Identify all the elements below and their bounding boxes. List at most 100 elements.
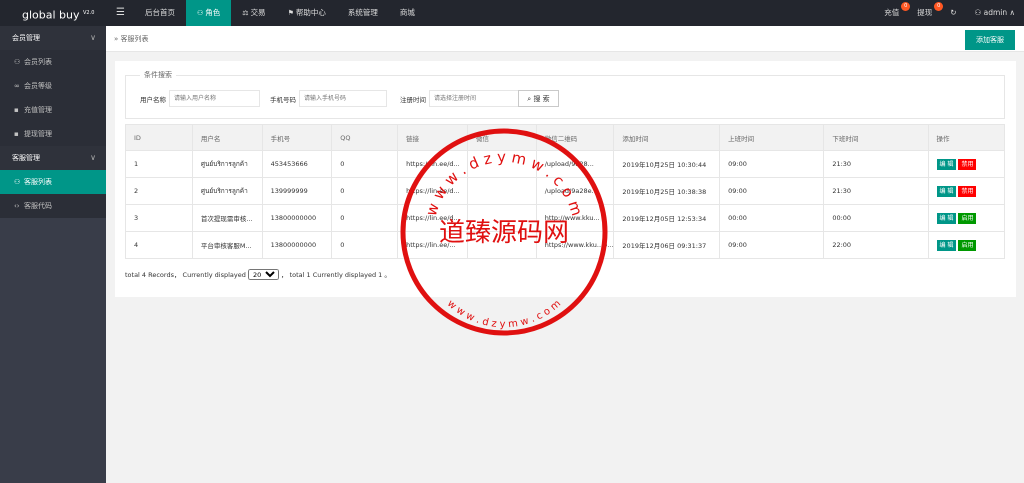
cell-added: 2019年12月06日 09:31:37 [613, 231, 721, 259]
sidebar-item-service-list[interactable]: ⚇ 客服列表 [0, 170, 106, 194]
withdraw-label: 提现 [917, 8, 933, 17]
col-qr[interactable]: 微信二维码 [535, 124, 615, 151]
disable-button[interactable]: 禁用 [958, 185, 977, 197]
sidebar-item-service-code[interactable]: ‹› 客服代码 [0, 194, 106, 218]
recharge-label: 充值 [884, 8, 900, 17]
col-id[interactable]: ID [125, 124, 193, 151]
menu-icon[interactable]: ☰ [116, 0, 125, 26]
link-icon: ∞ [14, 82, 20, 90]
sidebar-item-label: 提现管理 [24, 130, 52, 138]
add-service-button[interactable]: 添加客服 [965, 30, 1015, 50]
col-added[interactable]: 添加时间 [613, 124, 721, 151]
cell-qq: 0 [331, 231, 399, 259]
sidebar-group-members[interactable]: 会员管理 ∨ [0, 26, 106, 50]
regtime-input[interactable] [429, 90, 521, 107]
content-card: 条件搜索 用户名称 手机号码 注册时间 ⌕ 搜 索 ID 用户名 手机号 QQ … [115, 61, 1016, 297]
cell-link: https://lin.ee/d... [397, 204, 468, 232]
col-end[interactable]: 下班时间 [823, 124, 929, 151]
cell-name: ศูนย์บริการลูกค้า [191, 150, 263, 178]
cell-actions: 编 辑禁用 [927, 177, 1006, 205]
phone-label: 手机号码 [270, 95, 296, 104]
col-wechat[interactable]: 微信 [466, 124, 537, 151]
breadcrumb-label[interactable]: 客服列表 [121, 35, 149, 43]
phone-filter: 手机号码 [270, 90, 387, 107]
edit-button[interactable]: 编 辑 [936, 212, 957, 224]
col-start[interactable]: 上班时间 [719, 124, 825, 151]
scale-icon: ⚖ [242, 9, 249, 17]
cell-wechat [466, 150, 537, 178]
search-legend: 条件搜索 [140, 70, 176, 80]
username-filter: 用户名称 [140, 90, 260, 107]
recharge-link[interactable]: 充值 0 [875, 0, 911, 26]
cell-qr: /upload/9a28e... [535, 177, 615, 205]
nav-label: 后台首页 [145, 8, 175, 17]
sidebar: 会员管理 ∨ ⚇ 会员列表 ∞ 会员等级 ▪ 充值管理 ▪ 提现管理 客服管理 ∨ ⚇ 客服列… [0, 26, 106, 483]
cell-link: https://lin.ee/d... [397, 177, 468, 205]
username-input[interactable] [169, 90, 260, 107]
cell-id: 3 [125, 204, 193, 232]
sidebar-group-service[interactable]: 客服管理 ∨ [0, 146, 106, 170]
pager-suffix: ， total 1 Currently displayed 1 。 [281, 271, 391, 279]
top-right-nav: 充值 0 提现 0 ↻ ⚇ admin ∧ [875, 0, 1024, 26]
edit-button[interactable]: 编 辑 [936, 158, 957, 170]
user-icon: ⚇ [974, 8, 984, 17]
table-header-row: ID 用户名 手机号 QQ 链接 微信 微信二维码 添加时间 上班时间 下班时间… [125, 124, 1006, 151]
cell-end: 21:30 [823, 177, 929, 205]
sidebar-item-member-level[interactable]: ∞ 会员等级 [0, 74, 106, 98]
cell-wechat [466, 231, 537, 259]
col-phone[interactable]: 手机号 [261, 124, 333, 151]
withdraw-link[interactable]: 提现 0 [908, 0, 944, 26]
nav-item-help[interactable]: ⚑ 帮助中心 [277, 0, 337, 26]
breadcrumb: » 客服列表 [114, 26, 149, 52]
disable-button[interactable]: 禁用 [958, 158, 977, 170]
col-qq[interactable]: QQ [331, 124, 399, 151]
nav-label: 系统管理 [347, 8, 378, 17]
edit-button[interactable]: 编 辑 [936, 185, 957, 197]
cell-start: 00:00 [719, 204, 825, 232]
pager-prefix: total 4 Records， Currently displayed [125, 271, 246, 279]
nav-item-trade[interactable]: ⚖ 交易 [231, 0, 276, 26]
phone-input[interactable] [299, 90, 387, 107]
sidebar-item-recharge[interactable]: ▪ 充值管理 [0, 98, 106, 122]
nav-label: 交易 [250, 8, 266, 17]
cell-name: 平台审核客服M... [191, 231, 263, 259]
cell-link: https://lin.ee/... [397, 231, 468, 259]
cell-added: 2019年10月25日 10:30:44 [613, 150, 721, 178]
cell-wechat [466, 204, 537, 232]
pagination: total 4 Records， Currently displayed 20 … [125, 269, 391, 280]
col-actions: 操作 [927, 124, 1006, 151]
nav-item-home[interactable]: 后台首页 [134, 0, 186, 26]
search-button[interactable]: ⌕ 搜 索 [518, 90, 559, 107]
nav-item-system[interactable]: 系统管理 [337, 0, 389, 26]
chevron-up-icon: ∧ [1007, 8, 1016, 17]
enable-button[interactable]: 启用 [958, 239, 977, 251]
nav-item-role[interactable]: ⚇ 角色 [186, 0, 232, 26]
search-button-label: 搜 索 [533, 94, 550, 103]
table-row: 2 ศูนย์บริการลูกค้า 139999999 0 https://… [125, 177, 1006, 205]
cell-id: 2 [125, 177, 193, 205]
cell-actions: 编 辑启用 [927, 231, 1006, 259]
chat-icon: ▪ [14, 106, 19, 114]
col-link[interactable]: 链接 [397, 124, 468, 151]
cell-link: https://lin.ee/d... [397, 150, 468, 178]
user-menu[interactable]: ⚇ admin ∧ [966, 0, 1024, 26]
sidebar-item-member-list[interactable]: ⚇ 会员列表 [0, 50, 106, 74]
top-nav: 后台首页 ⚇ 角色 ⚖ 交易 ⚑ 帮助中心 系统管理 商城 [134, 0, 426, 26]
col-name[interactable]: 用户名 [191, 124, 263, 151]
chat-icon: ▪ [14, 130, 19, 138]
nav-label: 角色 [205, 8, 221, 17]
user-icon: ⚇ [14, 58, 21, 66]
nav-item-mall[interactable]: 商城 [389, 0, 426, 26]
refresh-icon[interactable]: ↻ [941, 0, 965, 26]
cell-start: 09:00 [719, 231, 825, 259]
regtime-filter: 注册时间 [400, 90, 521, 107]
cell-actions: 编 辑禁用 [927, 150, 1006, 178]
page-size-select[interactable]: 20 [247, 269, 279, 280]
cell-qq: 0 [331, 204, 399, 232]
cell-id: 4 [125, 231, 193, 259]
flag-icon: ⚑ [287, 9, 294, 17]
app-logo[interactable]: global buy V2.0 [0, 0, 106, 26]
sidebar-item-withdraw[interactable]: ▪ 提现管理 [0, 122, 106, 146]
edit-button[interactable]: 编 辑 [936, 239, 957, 251]
enable-button[interactable]: 启用 [958, 212, 977, 224]
